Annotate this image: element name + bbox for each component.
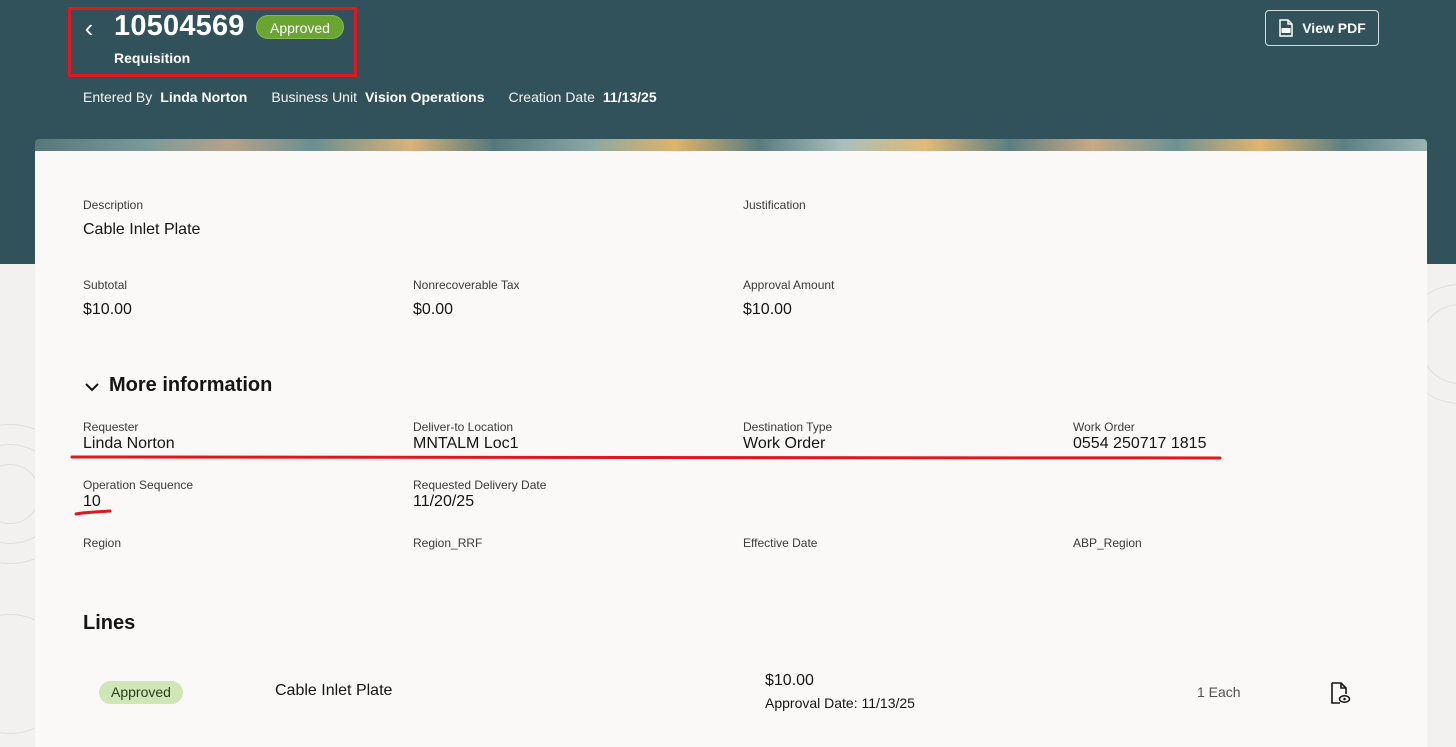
approval-amount-label: Approval Amount — [743, 278, 835, 292]
operation-sequence-label: Operation Sequence — [83, 478, 194, 492]
meta-label: Entered By — [83, 89, 153, 105]
deliver-to-value: MNTALM Loc1 — [413, 435, 519, 452]
line-description: Cable Inlet Plate — [275, 682, 393, 699]
chevron-down-icon[interactable] — [83, 378, 101, 396]
description-value: Cable Inlet Plate — [83, 221, 201, 238]
meta-label: Business Unit — [271, 89, 357, 105]
approval-amount-value: $10.00 — [743, 301, 792, 318]
view-pdf-label: View PDF — [1302, 20, 1366, 36]
work-order-label: Work Order — [1073, 420, 1135, 434]
operation-sequence-value: 10 — [83, 493, 101, 510]
document-view-icon[interactable] — [1329, 681, 1351, 705]
requester-label: Requester — [83, 420, 139, 434]
meta-value: 11/13/25 — [602, 89, 657, 105]
requester-value: Linda Norton — [83, 435, 175, 452]
destination-type-label: Destination Type — [743, 420, 833, 434]
work-order-value: 0554 250717 1815 — [1073, 435, 1207, 452]
requested-delivery-value: 11/20/25 — [413, 493, 475, 510]
annotation-highlight-box — [68, 7, 357, 77]
view-pdf-button[interactable]: View PDF — [1265, 10, 1379, 46]
line-quantity: 1 Each — [1197, 684, 1241, 700]
abp-region-label: ABP_Region — [1073, 536, 1142, 550]
details-card — [35, 151, 1427, 747]
tax-label: Nonrecoverable Tax — [413, 278, 520, 292]
justification-label: Justification — [743, 198, 806, 212]
meta-business-unit: Business Unit Vision Operations — [271, 89, 484, 105]
tax-value: $0.00 — [413, 301, 454, 318]
meta-label: Creation Date — [508, 89, 595, 105]
meta-entered-by: Entered By Linda Norton — [83, 89, 247, 105]
meta-creation-date: Creation Date 11/13/25 — [509, 89, 657, 105]
region-rrf-label: Region_RRF — [413, 536, 483, 550]
header-meta: Entered By Linda Norton Business Unit Vi… — [83, 89, 681, 105]
line-approval-date: Approval Date: 11/13/25 — [765, 695, 915, 711]
deliver-to-label: Deliver-to Location — [413, 420, 514, 434]
region-label: Region — [83, 536, 122, 550]
destination-type-value: Work Order — [743, 435, 826, 452]
meta-value: Linda Norton — [160, 89, 248, 105]
decorative-banner — [35, 139, 1427, 151]
meta-value: Vision Operations — [364, 89, 485, 105]
description-label: Description — [83, 198, 144, 212]
requested-delivery-label: Requested Delivery Date — [413, 478, 547, 492]
pdf-file-icon — [1279, 19, 1293, 37]
lines-title: Lines — [83, 612, 136, 634]
subtotal-value: $10.00 — [83, 301, 132, 318]
subtotal-label: Subtotal — [83, 278, 128, 292]
line-amount: $10.00 — [765, 672, 814, 689]
more-information-toggle[interactable]: More information — [109, 374, 272, 397]
effective-date-label: Effective Date — [743, 536, 818, 550]
line-status-badge: Approved — [99, 681, 183, 704]
